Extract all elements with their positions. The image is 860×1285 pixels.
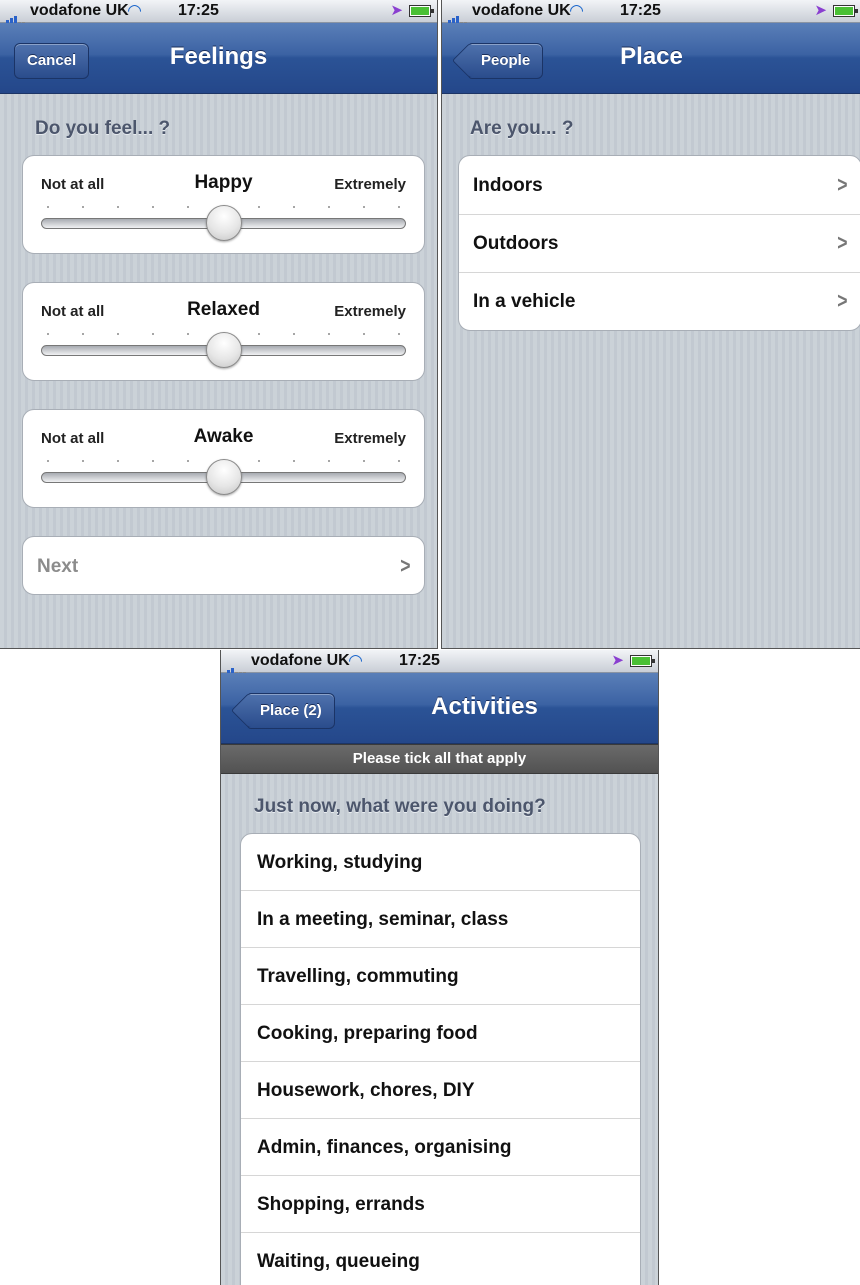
back-button-people[interactable]: People [468,43,544,79]
list-item-label: Outdoors [473,233,559,254]
list-item-activity[interactable]: Housework, chores, DIY [241,1062,640,1119]
list-item-indoors[interactable]: Indoors > [459,156,860,215]
list-item-activity[interactable]: Shopping, errands [241,1176,640,1233]
slider-max-label: Extremely [334,176,406,193]
list-item-label: Working, studying [257,852,423,873]
location-arrow-icon: ➤ [611,652,624,669]
battery-icon [630,655,655,667]
list-item-label: In a meeting, seminar, class [257,909,509,930]
battery-icon [409,5,434,17]
list-item-activity[interactable]: Working, studying [241,834,640,891]
next-row[interactable]: Next > [23,537,424,594]
cancel-button[interactable]: Cancel [14,43,90,79]
next-button[interactable]: Next > [22,536,425,595]
list-item-activity[interactable]: Travelling, commuting [241,948,640,1005]
carrier-name: vodafone UK [251,652,350,669]
location-arrow-icon: ➤ [390,2,403,19]
list-item-label: Cooking, preparing food [257,1023,478,1044]
chevron-right-icon: > [400,553,411,578]
slider-max-label: Extremely [334,430,406,447]
place-options-list: Indoors > Outdoors > In a vehicle > [458,155,860,331]
list-item-activity[interactable]: Cooking, preparing food [241,1005,640,1062]
slider-thumb[interactable] [205,459,242,495]
slider-max-label: Extremely [334,303,406,320]
list-item-outdoors[interactable]: Outdoors > [459,214,860,273]
carrier-name: vodafone UK [30,2,129,19]
list-item-label: Travelling, commuting [257,966,459,987]
signal-bars-icon [448,6,468,24]
list-item-in-a-vehicle[interactable]: In a vehicle > [459,272,860,330]
signal-bars-icon [6,6,26,24]
list-item-label: In a vehicle [473,291,576,312]
status-time: 17:25 [178,2,219,19]
section-question: Do you feel... ? [35,118,171,139]
slider-card-relaxed: Not at all Relaxed Extremely [22,282,425,381]
next-label: Next [37,556,79,577]
status-bar: vodafone UK ◠ 17:25 ➤ [0,0,437,24]
chevron-right-icon: > [837,230,848,255]
instruction-banner: Please tick all that apply [221,744,658,774]
feelings-screen: vodafone UK ◠ 17:25 ➤ Feelings Cancel Do… [0,0,438,649]
nav-bar: Feelings Cancel [0,23,437,94]
wifi-icon: ◠ [570,1,584,20]
status-time: 17:25 [620,2,661,19]
carrier-name: vodafone UK [472,2,571,19]
list-item-activity[interactable]: In a meeting, seminar, class [241,891,640,948]
chevron-right-icon: > [837,172,848,197]
slider-card-happy: Not at all Happy Extremely [22,155,425,254]
list-item-label: Shopping, errands [257,1194,425,1215]
slider-thumb[interactable] [205,332,242,368]
status-bar: vodafone UK ◠ 17:25 ➤ [442,0,860,24]
location-arrow-icon: ➤ [814,2,827,19]
page-title: Activities [431,693,538,720]
status-time: 17:25 [399,652,440,669]
section-question: Are you... ? [470,118,574,139]
wifi-icon: ◠ [349,651,363,670]
list-item-label: Indoors [473,175,543,196]
list-item-label: Admin, finances, organising [257,1137,512,1158]
activities-screen: vodafone UK ◠ 17:25 ➤ Activities Place (… [220,650,659,1285]
activities-list: Working, studying In a meeting, seminar,… [240,833,641,1285]
back-button-place[interactable]: Place (2) [247,693,335,729]
wifi-icon: ◠ [128,1,142,20]
slider-thumb[interactable] [205,205,242,241]
nav-bar: Activities Place (2) [221,673,658,744]
list-item-label: Waiting, queueing [257,1251,420,1272]
nav-bar: Place People [442,23,860,94]
place-screen: vodafone UK ◠ 17:25 ➤ Place People Are y… [441,0,860,649]
list-item-label: Housework, chores, DIY [257,1080,475,1101]
status-bar: vodafone UK ◠ 17:25 ➤ [221,650,658,674]
list-item-activity[interactable]: Waiting, queueing [241,1233,640,1285]
slider-card-awake: Not at all Awake Extremely [22,409,425,508]
signal-bars-icon [227,656,247,674]
back-button-label: Place (2) [260,702,322,719]
back-button-label: People [481,52,531,69]
chevron-right-icon: > [837,288,848,313]
section-question: Just now, what were you doing? [254,796,546,817]
battery-icon [833,5,858,17]
list-item-activity[interactable]: Admin, finances, organising [241,1119,640,1176]
